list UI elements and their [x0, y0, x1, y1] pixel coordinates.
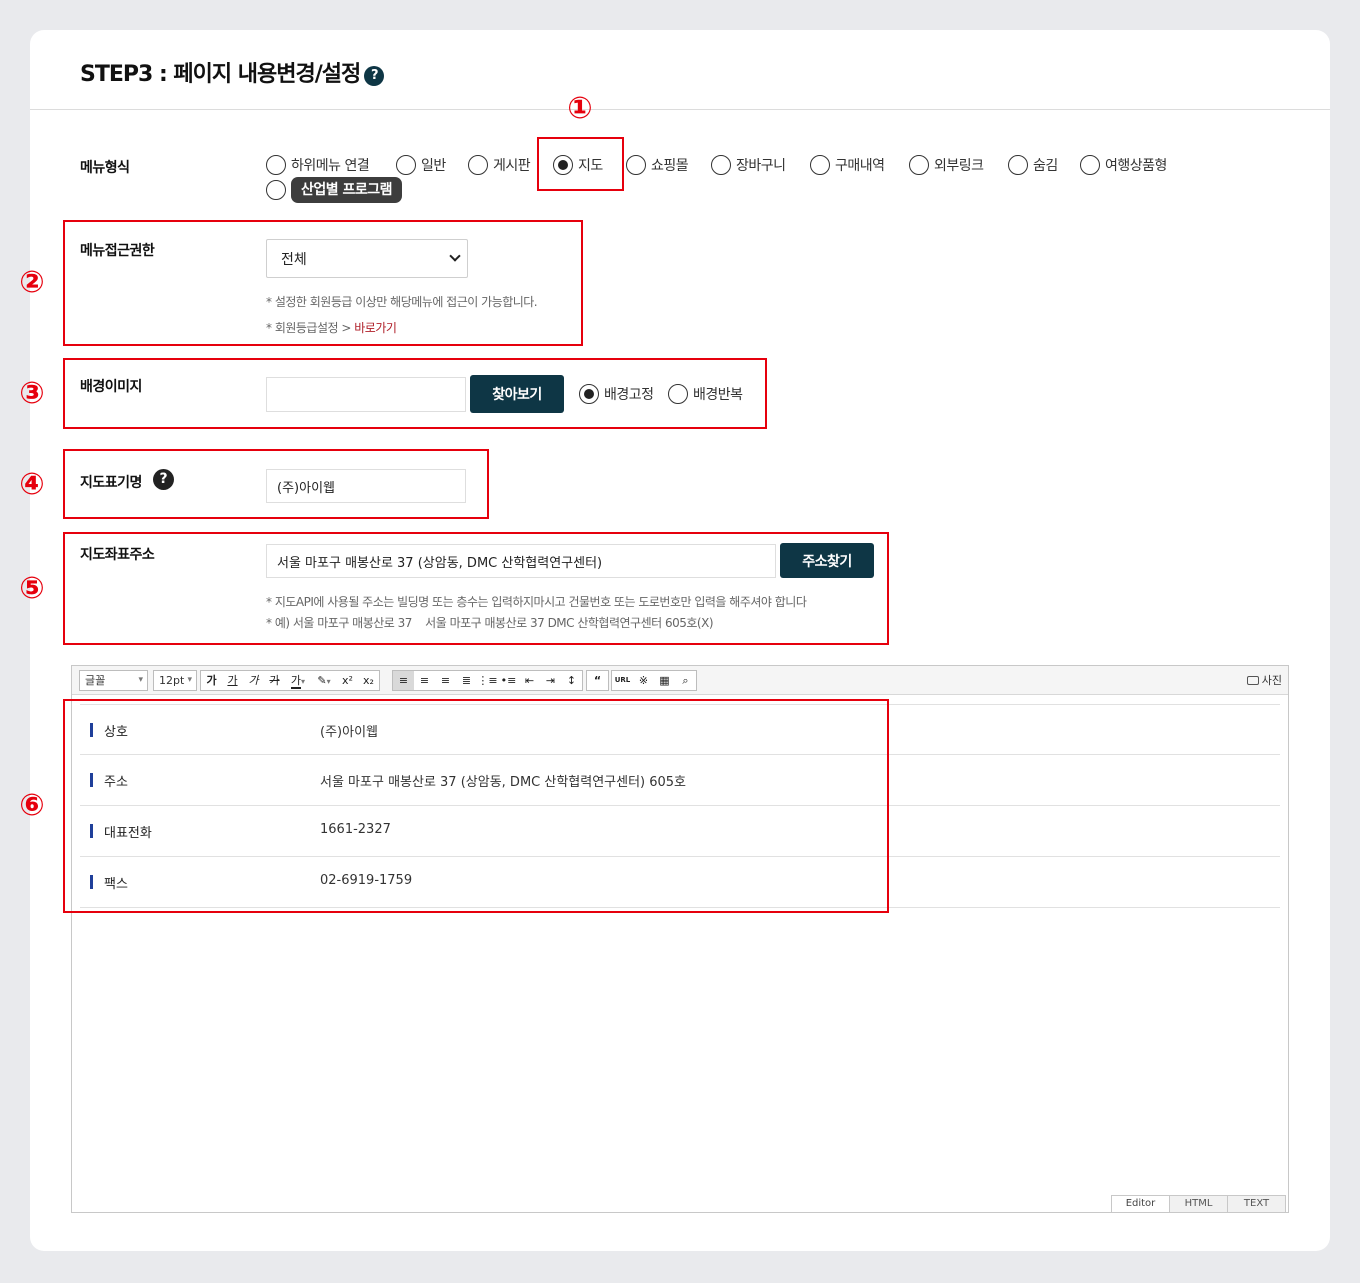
radio-general[interactable]: 일반 — [396, 155, 446, 175]
radio-circle — [1080, 155, 1100, 175]
radio-circle — [1008, 155, 1028, 175]
align-left-icon: ≡ — [398, 674, 409, 687]
italic-button[interactable]: 가 — [243, 671, 264, 690]
card-header: STEP3 : 페이지 내용변경/설정? — [30, 30, 1330, 110]
chevron-down-icon: ▾ — [301, 677, 306, 686]
marker-6: ⑥ — [19, 788, 45, 823]
camera-icon — [1246, 676, 1259, 685]
tab-text[interactable]: TEXT — [1227, 1195, 1286, 1212]
align-justify-icon: ≣ — [461, 674, 472, 687]
ordered-list-icon: ⋮≡ — [477, 674, 498, 687]
highlight-box-1 — [537, 137, 624, 191]
tab-html[interactable]: HTML — [1169, 1195, 1228, 1212]
font-size-select[interactable]: 12pt — [153, 670, 197, 691]
text-style-group: 가 가 가 가 가▾ ✎▾ x² x₂ — [200, 670, 380, 691]
indent-button[interactable]: ⇥ — [540, 671, 561, 690]
highlight-box-5 — [63, 532, 889, 645]
highlight-box-4 — [63, 449, 489, 519]
table-button[interactable]: ▦ — [654, 671, 675, 690]
superscript-icon: x² — [342, 674, 353, 687]
strike-button[interactable]: 가 — [264, 671, 285, 690]
page-title: STEP3 : 페이지 내용변경/설정? — [80, 56, 385, 88]
radio-hidden[interactable]: 숨김 — [1008, 155, 1058, 175]
subscript-button[interactable]: x₂ — [358, 671, 379, 690]
table-icon: ▦ — [659, 674, 670, 687]
radio-board[interactable]: 게시판 — [468, 155, 531, 175]
align-center-button[interactable]: ≡ — [414, 671, 435, 690]
radio-travel-product[interactable]: 여행상품형 — [1080, 155, 1167, 175]
marker-1: ① — [567, 91, 593, 126]
highlight-box-6 — [63, 699, 889, 913]
radio-industry-program[interactable] — [266, 180, 291, 200]
industry-program-pill[interactable]: 산업별 프로그램 — [291, 177, 403, 203]
paragraph-group: ≡ ≡ ≡ ≣ ⋮≡ •≡ ⇤ ⇥ ↕ — [392, 670, 583, 691]
outdent-icon: ⇤ — [524, 674, 535, 687]
chevron-down-icon: ▾ — [326, 677, 331, 686]
line-height-icon: ↕ — [566, 674, 577, 687]
editor-mode-tabs: Editor HTML TEXT — [1111, 1195, 1286, 1212]
marker-5: ⑤ — [19, 571, 45, 606]
superscript-button[interactable]: x² — [337, 671, 358, 690]
highlight-icon: ✎ — [317, 674, 327, 687]
insert-photo-button[interactable]: 사진 — [1246, 672, 1282, 688]
highlight-box-2 — [63, 220, 583, 346]
quote-icon: “ — [593, 674, 602, 687]
search-button[interactable]: ⌕ — [675, 671, 696, 690]
align-left-button[interactable]: ≡ — [393, 671, 414, 690]
align-center-icon: ≡ — [419, 674, 430, 687]
radio-cart[interactable]: 장바구니 — [711, 155, 786, 175]
radio-circle — [810, 155, 830, 175]
align-justify-button[interactable]: ≣ — [456, 671, 477, 690]
menu-type-label: 메뉴형식 — [80, 160, 130, 176]
marker-4: ④ — [19, 467, 45, 502]
radio-circle — [626, 155, 646, 175]
marker-2: ② — [19, 265, 45, 300]
asterisk-icon: ※ — [638, 674, 649, 687]
highlight-box-3 — [63, 358, 767, 429]
radio-circle — [909, 155, 929, 175]
special-char-button[interactable]: ※ — [633, 671, 654, 690]
search-icon: ⌕ — [682, 674, 689, 687]
align-right-button[interactable]: ≡ — [435, 671, 456, 690]
quote-button[interactable]: “ — [587, 671, 608, 690]
link-button[interactable]: URL — [612, 671, 633, 690]
quote-group: “ — [586, 670, 609, 691]
highlight-button[interactable]: ✎▾ — [311, 671, 337, 690]
help-icon[interactable]: ? — [364, 66, 385, 86]
font-family-select[interactable]: 글꼴 — [79, 670, 148, 691]
editor-toolbar: 글꼴 12pt 가 가 가 가 가▾ ✎▾ x² x₂ ≡ ≡ ≡ ≣ ⋮≡ •… — [72, 666, 1288, 695]
radio-external-link[interactable]: 외부링크 — [909, 155, 984, 175]
unordered-list-button[interactable]: •≡ — [498, 671, 519, 690]
radio-circle — [266, 180, 286, 200]
radio-submenu[interactable]: 하위메뉴 연결 — [266, 155, 370, 175]
insert-group: URL ※ ▦ ⌕ — [611, 670, 697, 691]
unordered-list-icon: •≡ — [500, 674, 517, 687]
ordered-list-button[interactable]: ⋮≡ — [477, 671, 498, 690]
url-icon: URL — [614, 676, 631, 684]
underline-button[interactable]: 가 — [222, 671, 243, 690]
tab-editor[interactable]: Editor — [1111, 1195, 1170, 1212]
radio-shop[interactable]: 쇼핑몰 — [626, 155, 689, 175]
outdent-button[interactable]: ⇤ — [519, 671, 540, 690]
radio-circle — [711, 155, 731, 175]
line-height-button[interactable]: ↕ — [561, 671, 582, 690]
radio-circle — [396, 155, 416, 175]
align-right-icon: ≡ — [440, 674, 451, 687]
subscript-icon: x₂ — [363, 674, 374, 687]
bold-button[interactable]: 가 — [201, 671, 222, 690]
font-color-button[interactable]: 가▾ — [285, 671, 311, 690]
marker-3: ③ — [19, 376, 45, 411]
indent-icon: ⇥ — [545, 674, 556, 687]
radio-circle — [266, 155, 286, 175]
radio-circle — [468, 155, 488, 175]
radio-purchase-history[interactable]: 구매내역 — [810, 155, 885, 175]
